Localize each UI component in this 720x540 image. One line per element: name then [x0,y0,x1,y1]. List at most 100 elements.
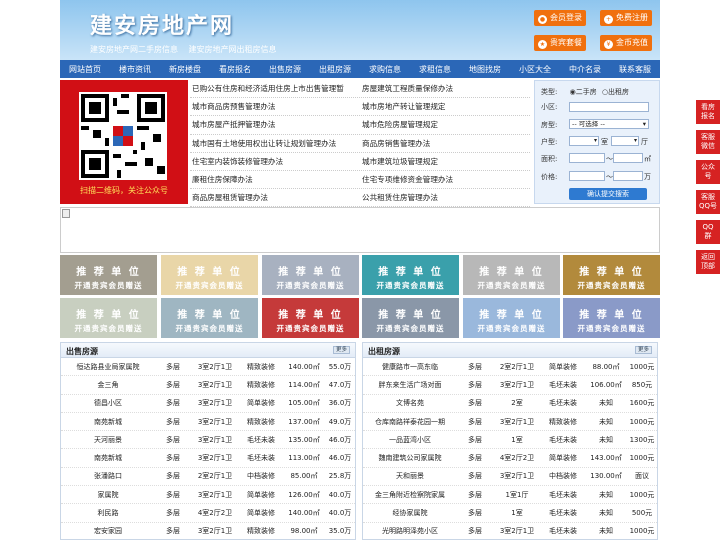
table-row[interactable]: 家属院 多层 3室2厅1卫 简单装修 126.00㎡ 40.0万 [61,486,355,505]
nav-contact[interactable]: 联系客服 [619,64,651,75]
recommended-unit[interactable]: 推 荐 单 位开通贵宾会员赠送 [161,255,258,295]
listing-community[interactable]: 胖东来生活广场对面 [363,380,457,390]
nav-home[interactable]: 网站首页 [69,64,101,75]
nav-wanted-buy[interactable]: 求购信息 [369,64,401,75]
listing-community[interactable]: 魏南建筑公司家属院 [363,453,457,463]
recommended-unit[interactable]: 推 荐 单 位开通贵宾会员赠送 [362,298,459,338]
nav-for-sale[interactable]: 出售房源 [269,64,301,75]
ad-banner[interactable] [60,207,660,253]
listing-community[interactable]: 一品蓝湾小区 [363,435,457,445]
register-button[interactable]: + 免费注册 [600,10,652,26]
recommended-unit[interactable]: 推 荐 单 位开通贵宾会员赠送 [362,255,459,295]
policy-link[interactable]: 商品房屋租赁管理办法 [190,192,360,203]
recommended-unit[interactable]: 推 荐 单 位开通贵宾会员赠送 [262,255,359,295]
table-row[interactable]: 南苑新城 多层 3室2厅1卫 精致装修 137.00㎡ 49.0万 [61,413,355,432]
table-row[interactable]: 光明路明泽苑小区 多层 3室2厅1卫 毛坯未装 未知 1000元 [363,523,657,540]
recommended-unit[interactable]: 推 荐 单 位开通贵宾会员赠送 [161,298,258,338]
housetype-select[interactable]: -- 可选择 -- ▾ [569,119,649,129]
listing-community[interactable]: 德昌小区 [61,398,155,408]
listing-community[interactable]: 家属院 [61,490,155,500]
recommended-unit[interactable]: 推 荐 单 位开通贵宾会员赠送 [60,255,157,295]
coin-recharge-button[interactable]: ¥ 金币充值 [600,35,652,51]
vip-package-button[interactable]: ★ 贵宾套餐 [534,35,586,51]
table-row[interactable]: 天河丽景 多层 3室2厅1卫 毛坯未装 135.00㎡ 46.0万 [61,431,355,450]
table-row[interactable]: 宏安家园 多层 3室2厅1卫 精致装修 98.00㎡ 35.0万 [61,523,355,540]
table-row[interactable]: 仓库南路祥泰花园一期 多层 3室2厅1卫 精致装修 未知 1000元 [363,413,657,432]
room-select[interactable]: ▾ [569,136,599,146]
listing-community[interactable]: 天和丽景 [363,471,457,481]
table-row[interactable]: 文博名苑 多层 2室 毛坯未装 未知 1600元 [363,395,657,413]
listing-community[interactable]: 宏安家园 [61,526,155,536]
recommended-unit[interactable]: 推 荐 单 位开通贵宾会员赠送 [463,298,560,338]
area-min-input[interactable] [569,153,605,163]
price-min-input[interactable] [569,171,605,181]
nav-map[interactable]: 地图找房 [469,64,501,75]
recommended-unit[interactable]: 推 荐 单 位开通贵宾会员赠送 [563,298,660,338]
recommended-unit[interactable]: 推 荐 单 位开通贵宾会员赠送 [463,255,560,295]
nav-communities[interactable]: 小区大全 [519,64,551,75]
policy-link[interactable]: 城市商品房预售管理办法 [190,101,360,112]
nav-news[interactable]: 楼市资讯 [119,64,151,75]
recommended-unit[interactable]: 推 荐 单 位开通贵宾会员赠送 [60,298,157,338]
table-row[interactable]: 利民路 多层 4室2厅2卫 简单装修 140.00㎡ 40.0万 [61,504,355,523]
listing-community[interactable]: 恒达路县业局家属院 [61,362,155,372]
community-input[interactable] [569,102,649,112]
nav-new-homes[interactable]: 新房楼盘 [169,64,201,75]
radio-rent[interactable]: ○出租房 [602,88,629,96]
search-submit-button[interactable]: 确认提交搜索 [569,188,647,200]
policy-link[interactable]: 住宅专项维修资金管理办法 [360,174,530,185]
table-row[interactable]: 魏南建筑公司家属院 多层 4室2厅2卫 简单装修 143.00㎡ 1000元 [363,449,657,468]
recommended-unit[interactable]: 推 荐 单 位开通贵宾会员赠送 [262,298,359,338]
policy-link[interactable]: 公共租赁住房管理办法 [360,192,530,203]
listing-community[interactable]: 利民路 [61,508,155,518]
side-qq-group-button[interactable]: QQ 群 [696,220,720,244]
listing-community[interactable]: 文博名苑 [363,398,457,408]
listing-community[interactable]: 金三角附近检察院家属 [363,490,457,500]
side-official-account-button[interactable]: 公众 号 [696,160,720,184]
listing-community[interactable]: 南苑新城 [61,453,155,463]
table-row[interactable]: 胖东来生活广场对面 多层 3室2厅1卫 毛坯未装 106.00㎡ 850元 [363,376,657,395]
policy-link[interactable]: 城市房屋产抵押管理办法 [190,119,360,130]
listing-community[interactable]: 天河丽景 [61,435,155,445]
policy-link[interactable]: 已购公有住房和经济适用住房上市出售管理暂 [190,83,360,94]
nav-agents[interactable]: 中介名录 [569,64,601,75]
nav-wanted-rent[interactable]: 求租信息 [419,64,451,75]
back-to-top-button[interactable]: 返回 顶部 [696,250,720,274]
radio-secondhand[interactable]: ◉二手房 [570,88,597,96]
policy-link[interactable]: 商品房销售管理办法 [360,138,530,149]
listing-community[interactable]: 南苑新城 [61,417,155,427]
policy-link[interactable]: 廉租住房保障办法 [190,174,360,185]
hall-select[interactable]: ▾ [611,136,639,146]
side-qq-button[interactable]: 客服 QQ号 [696,190,720,214]
rent-more-button[interactable]: 更多 [634,346,652,354]
listing-community[interactable]: 张潘路口 [61,471,155,481]
policy-link[interactable]: 城市建筑垃圾管理规定 [360,156,530,167]
login-button[interactable]: ● 会员登录 [534,10,586,26]
table-row[interactable]: 经协家属院 多层 1室 毛坯未装 未知 500元 [363,504,657,523]
listing-community[interactable]: 金三角 [61,380,155,390]
header-link-sale[interactable]: 建安房地产网二手房信息 [90,45,178,54]
table-row[interactable]: 天和丽景 多层 3室2厅1卫 中档装修 130.00㎡ 面议 [363,468,657,487]
table-row[interactable]: 金三角 多层 3室2厅1卫 精致装修 114.00㎡ 47.0万 [61,376,355,395]
area-max-input[interactable] [613,153,643,163]
side-wechat-button[interactable]: 客服 微信 [696,130,720,154]
policy-link[interactable]: 房屋建筑工程质量保修办法 [360,83,530,94]
table-row[interactable]: 健康路市一高东临 多层 2室2厅1卫 简单装修 88.00㎡ 1000元 [363,358,657,377]
table-row[interactable]: 一品蓝湾小区 多层 1室 毛坯未装 未知 1300元 [363,431,657,450]
header-link-rent[interactable]: 建安房地产网出租房信息 [189,45,277,54]
policy-link[interactable]: 城市房地产转让管理规定 [360,101,530,112]
listing-community[interactable]: 经协家属院 [363,508,457,518]
nav-viewing-signup[interactable]: 看房报名 [219,64,251,75]
listing-community[interactable]: 仓库南路祥泰花园一期 [363,417,457,427]
site-logo[interactable]: 建安房地产网 [90,8,234,40]
policy-link[interactable]: 住宅室内装饰装修管理办法 [190,156,360,167]
side-viewing-signup-button[interactable]: 看房 报名 [696,100,720,124]
listing-community[interactable]: 光明路明泽苑小区 [363,526,457,536]
listing-community[interactable]: 健康路市一高东临 [363,362,457,372]
table-row[interactable]: 金三角附近检察院家属 多层 1室1厅 毛坯未装 未知 1000元 [363,486,657,505]
table-row[interactable]: 张潘路口 多层 2室2厅1卫 中档装修 85.00㎡ 25.8万 [61,468,355,487]
price-max-input[interactable] [613,171,643,181]
policy-link[interactable]: 城市危险房屋管理规定 [360,119,530,130]
recommended-unit[interactable]: 推 荐 单 位开通贵宾会员赠送 [563,255,660,295]
table-row[interactable]: 恒达路县业局家属院 多层 3室2厅1卫 精致装修 140.00㎡ 55.0万 [61,358,355,377]
